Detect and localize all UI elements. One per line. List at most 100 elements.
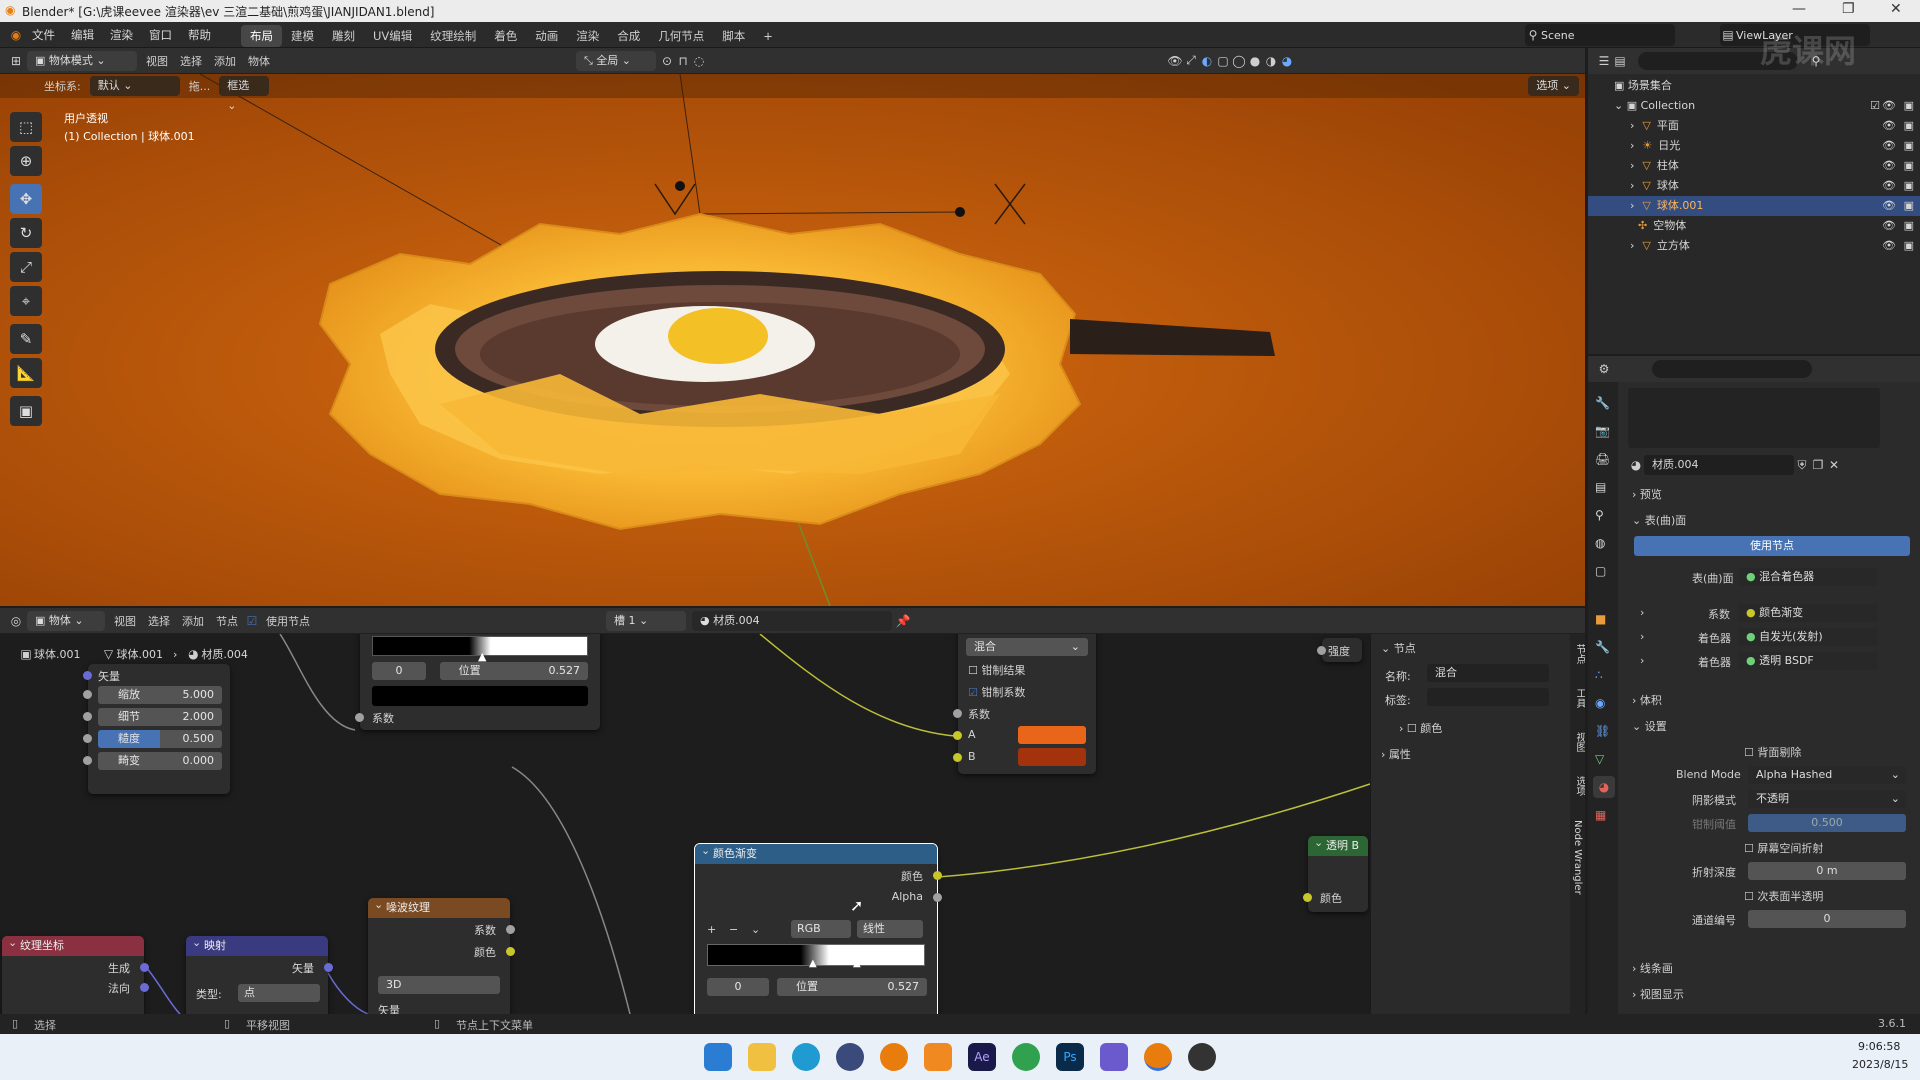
pass-index-field[interactable]: 0 (1748, 910, 1906, 928)
data-tab-icon[interactable]: ▽ (1595, 752, 1604, 766)
scale-tool-icon[interactable]: ⤢ (10, 252, 42, 282)
color-mode-dropdown[interactable]: RGB (791, 920, 851, 938)
pivot-icon[interactable]: ⊙ (659, 54, 675, 68)
shader1-row-expand[interactable]: › (1640, 630, 1644, 643)
node-properties-header[interactable]: › 属性 (1381, 746, 1411, 762)
unlink-material-icon[interactable]: ✕ (1826, 458, 1842, 472)
scale-socket[interactable] (83, 690, 92, 699)
select-box-dropdown[interactable]: 框选 ⌄ (219, 76, 270, 112)
shader-node-editor[interactable]: ▣ 球体.001 ▽ 球体.001 › ◕ 材质.004 矢量 缩放 5.000 … (0, 634, 1585, 1014)
camera-icon[interactable]: ▣ (1904, 116, 1914, 136)
mix-factor-socket[interactable] (953, 709, 962, 718)
modifier-tab-icon[interactable]: 🔧 (1595, 640, 1610, 654)
breadcrumb-material[interactable]: 材质.004 (201, 646, 248, 662)
blender-taskbar-icon-active[interactable] (1144, 1043, 1172, 1071)
camera-icon[interactable]: ▣ (1904, 176, 1914, 196)
start-icon[interactable] (704, 1043, 732, 1071)
node-name-field[interactable]: 混合 (1427, 664, 1549, 682)
remove-stop-icon[interactable]: − (729, 923, 751, 936)
add-workspace-icon[interactable]: + (754, 25, 782, 47)
screen-space-refraction-checkbox[interactable]: ☐ 屏幕空间折射 (1744, 840, 1823, 856)
mix-a-socket[interactable] (953, 731, 962, 740)
outliner-item[interactable]: › ▽ 平面 👁 ▣ (1588, 116, 1920, 136)
minimize-button[interactable]: — (1792, 1, 1806, 17)
tab-node[interactable]: 节点 (1572, 644, 1585, 664)
mix-a-color-swatch[interactable] (1018, 726, 1086, 744)
snap-icon[interactable]: ⊓ (675, 54, 691, 68)
close-button[interactable]: ✕ (1890, 1, 1902, 17)
transparent-bsdf-header[interactable]: 透明 B (1308, 833, 1368, 856)
node-menu-node[interactable]: 节点 (210, 613, 244, 629)
factor-input-field[interactable]: ● 颜色渐变 (1738, 604, 1878, 622)
app-icon-2[interactable] (1100, 1043, 1128, 1071)
emission-node-partial[interactable]: 强度 (1317, 638, 1362, 662)
clamp-result-checkbox[interactable]: ☐ 钳制结果 (968, 662, 1025, 678)
3d-viewport[interactable]: 用户透视 (1) Collection | 球体.001 坐标系: 默认 ⌄ 拖… (0, 74, 1585, 606)
menu-view[interactable]: 视图 (140, 53, 174, 69)
material-slot-list[interactable] (1628, 388, 1880, 448)
eye-icon[interactable]: 👁 (1882, 236, 1896, 256)
camera-icon[interactable]: ▣ (1904, 236, 1914, 256)
tab-modeling[interactable]: 建模 (282, 25, 323, 47)
outliner-item[interactable]: ✣ 空物体 👁 ▣ (1588, 216, 1920, 236)
factor-row-expand[interactable]: › (1640, 606, 1644, 619)
mapping-node[interactable]: 映射 矢量 类型: 点 (186, 933, 333, 1014)
node-color-toggle[interactable]: › ☐ 颜色 (1399, 720, 1442, 736)
breadcrumb-mesh[interactable]: 球体.001 (117, 646, 164, 662)
rotate-tool-icon[interactable]: ↻ (10, 218, 42, 248)
outliner-item[interactable]: › ☀ 日光 👁 ▣ (1588, 136, 1920, 156)
tab-scripting[interactable]: 脚本 (713, 25, 754, 47)
output-tab-icon[interactable]: 🖨 (1595, 452, 1610, 466)
clamp-factor-checkbox[interactable]: ☑ 钳制系数 (968, 684, 1025, 700)
fake-user-icon[interactable]: ⛨ (1794, 458, 1810, 473)
tab-layout[interactable]: 布局 (241, 24, 282, 47)
collection-row[interactable]: ⌄ ▣ Collection ☑ 👁 ▣ (1588, 96, 1920, 116)
material-name-field[interactable]: 材质.004 (1644, 455, 1794, 475)
ramp-factor-socket[interactable] (355, 713, 364, 722)
render-tab-icon[interactable]: 📷 (1595, 424, 1610, 438)
mapping-type-dropdown[interactable]: 点 (238, 984, 320, 1002)
transparent-bsdf-node[interactable]: 透明 B 颜色 (1303, 833, 1368, 912)
duplicate-material-icon[interactable]: ❐ (1810, 458, 1826, 472)
mix-b-socket[interactable] (953, 753, 962, 762)
mix-b-color-swatch[interactable] (1018, 748, 1086, 766)
roughness-field[interactable]: 糙度 0.500 (98, 730, 222, 748)
menu-add[interactable]: 添加 (208, 53, 242, 69)
photoshop-icon[interactable]: Ps (1056, 1043, 1084, 1071)
noise-texture-header[interactable]: 噪波纹理 (368, 895, 510, 918)
tab-uv-editing[interactable]: UV编辑 (364, 25, 421, 47)
ramp-color-swatch[interactable] (372, 686, 588, 706)
chevron-right-icon[interactable]: › (1630, 199, 1634, 212)
measure-tool-icon[interactable]: 📐 (10, 358, 42, 388)
node-menu-add[interactable]: 添加 (176, 613, 210, 629)
mix-node[interactable]: 混合 ⌄ ☐ 钳制结果 ☑ 钳制系数 系数 A B (953, 634, 1096, 774)
subsurface-translucency-checkbox[interactable]: ☐ 次表面半透明 (1744, 888, 1823, 904)
backface-culling-checkbox[interactable]: ☐ 背面剔除 (1744, 744, 1801, 760)
outliner-item[interactable]: › ▽ 立方体 👁 ▣ (1588, 236, 1920, 256)
normal-socket[interactable] (140, 983, 149, 992)
options-dropdown[interactable]: 选项 ⌄ (1528, 76, 1579, 96)
chevron-right-icon[interactable]: › (1630, 179, 1634, 192)
eye-icon[interactable]: 👁 (1882, 116, 1896, 136)
select-tool-icon[interactable]: ⬚ (10, 112, 42, 142)
mix-blend-dropdown[interactable]: 混合 ⌄ (966, 638, 1088, 656)
collection-tab-icon[interactable]: ▢ (1595, 564, 1606, 578)
tab-view[interactable]: 视图 (1572, 732, 1585, 752)
chevron-right-icon[interactable]: › (1630, 239, 1634, 252)
settings-panel-header[interactable]: ⌄ 设置 (1632, 718, 1667, 734)
ramp-active-position-field[interactable]: 位置 0.527 (777, 978, 927, 996)
scale-field[interactable]: 缩放 5.000 (98, 686, 222, 704)
eye-icon[interactable]: 👁 (1882, 136, 1896, 156)
transform-orientation-dropdown[interactable]: ⤡ 全局 ⌄ (576, 50, 656, 71)
tool-tab-icon[interactable]: 🔧 (1595, 396, 1610, 410)
surface-shader-field[interactable]: ● 混合着色器 (1738, 568, 1878, 586)
tab-node-wrangler[interactable]: Node Wrangler (1572, 820, 1583, 895)
properties-search-input[interactable] (1652, 360, 1812, 378)
tab-rendering[interactable]: 渲染 (567, 25, 608, 47)
node-label-field[interactable] (1427, 688, 1549, 706)
world-tab-icon[interactable]: ◍ (1595, 536, 1605, 550)
chevron-right-icon[interactable]: › (1630, 139, 1634, 152)
noise-color-socket[interactable] (506, 947, 515, 956)
object-mode-dropdown[interactable]: ▣ 物体 ⌄ (27, 610, 105, 631)
add-stop-icon[interactable]: + (707, 923, 729, 936)
